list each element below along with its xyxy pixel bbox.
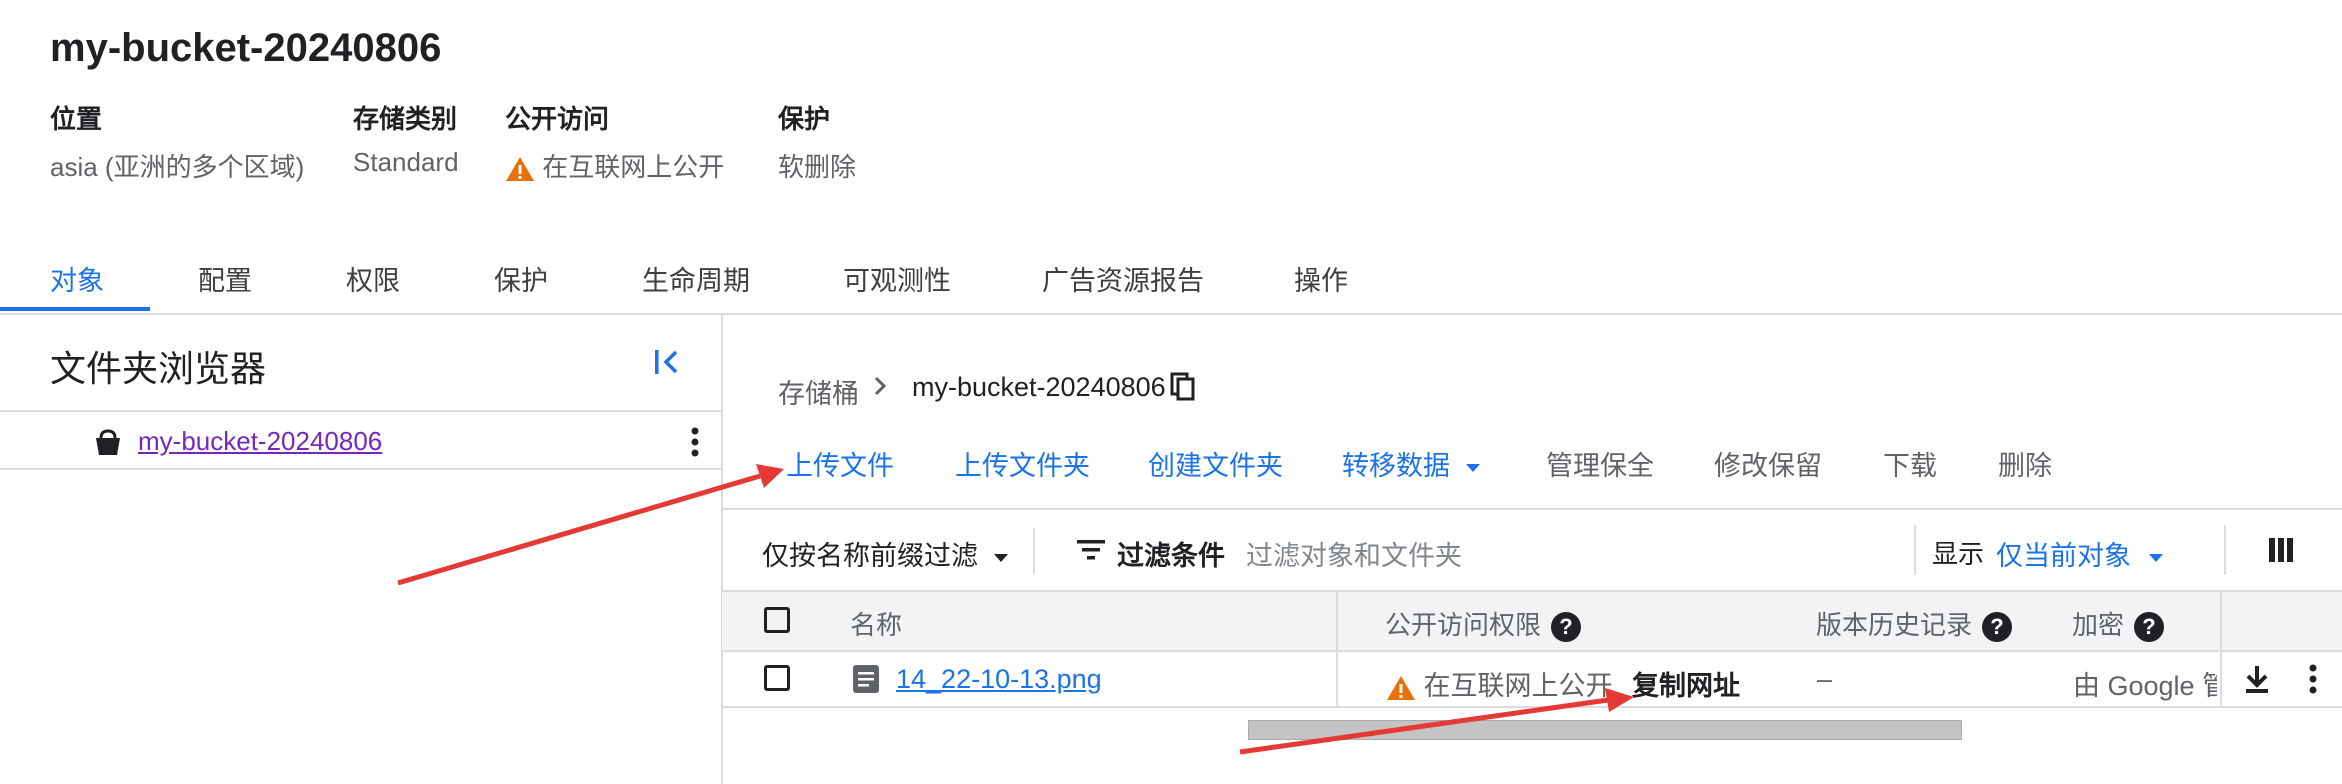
annotation-arrows bbox=[397, 464, 1634, 755]
annotation-arrow bbox=[1239, 688, 1634, 755]
annotation-arrow bbox=[397, 464, 784, 586]
